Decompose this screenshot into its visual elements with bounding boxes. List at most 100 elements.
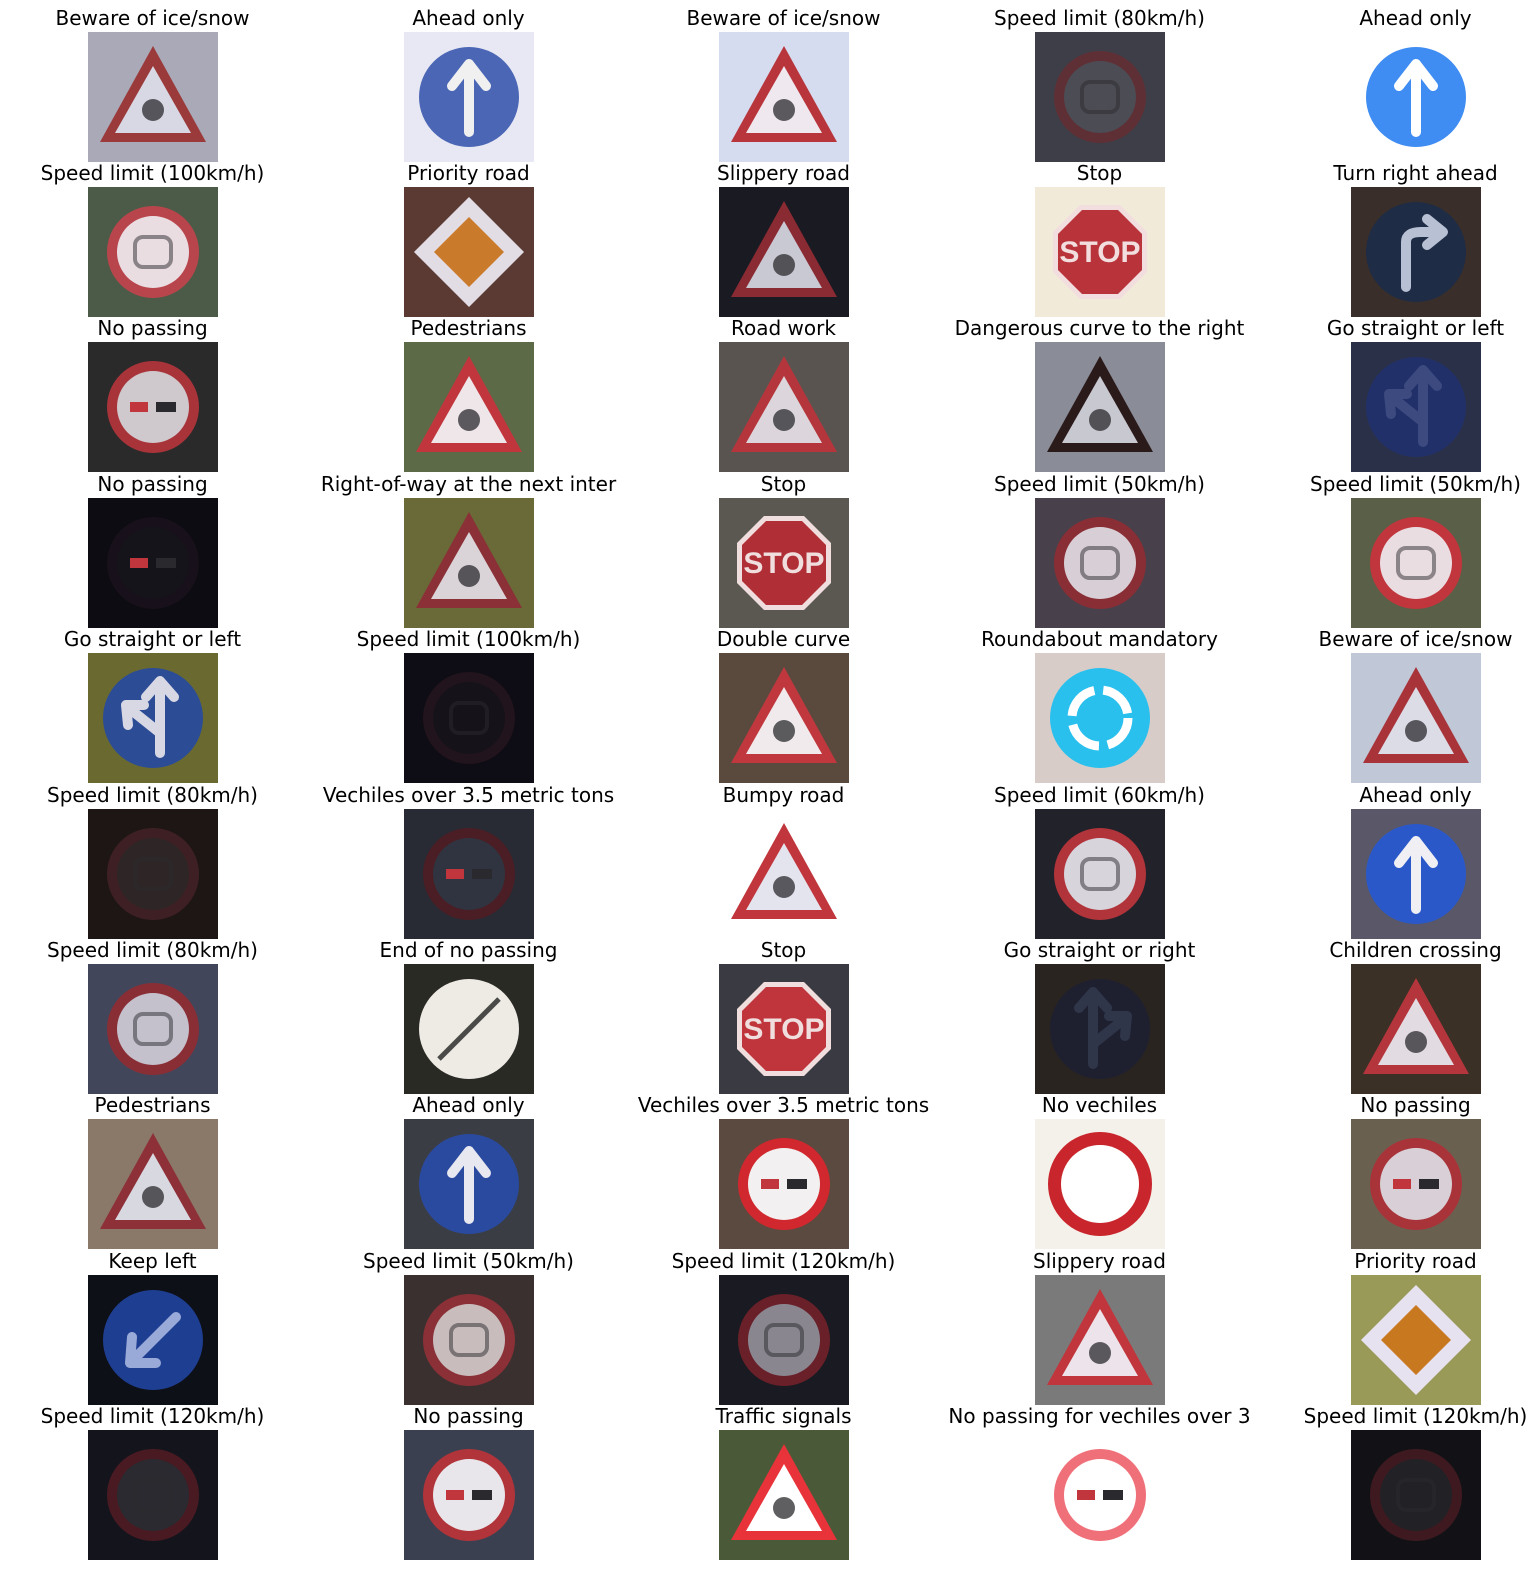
grid-panel: Traffic signals (631, 1398, 936, 1560)
panel-title: Turn right ahead (1333, 161, 1498, 185)
svg-text:STOP: STOP (1059, 236, 1140, 269)
grid-panel: No passing (0, 466, 305, 628)
panel-title: Speed limit (120km/h) (671, 1249, 896, 1273)
panel-title: Go straight or left (63, 627, 242, 651)
grid-panel: Turn right ahead (1263, 155, 1527, 317)
panel-title: Children crossing (1329, 938, 1502, 962)
end-of-restriction-sign-image (404, 964, 534, 1094)
triangle-warning-sign-image (88, 1119, 218, 1249)
no-passing-sign-image (88, 498, 218, 628)
panel-title: Ahead only (1359, 783, 1472, 807)
grid-panel: Stop STOP (631, 932, 936, 1094)
grid-panel: Speed limit (50km/h) (316, 1243, 621, 1405)
no-passing-sign-image (719, 1119, 849, 1249)
triangle-warning-sign-image (719, 809, 849, 939)
panel-title: Pedestrians (410, 316, 527, 340)
grid-panel: Dangerous curve to the right (947, 310, 1252, 472)
panel-title: End of no passing (379, 938, 558, 962)
grid-panel: Beware of ice/snow (1263, 621, 1527, 783)
triangle-warning-sign-image (1035, 342, 1165, 472)
grid-panel: Speed limit (120km/h) (0, 1398, 305, 1560)
grid-panel: Speed limit (80km/h) (0, 932, 305, 1094)
blue-arrow-down-left-sign-image (88, 1275, 218, 1405)
panel-title: No passing (413, 1404, 524, 1428)
grid-panel: Go straight or right (947, 932, 1252, 1094)
panel-title: Vechiles over 3.5 metric tons (637, 1093, 930, 1117)
triangle-warning-sign-image (719, 653, 849, 783)
grid-panel: Speed limit (120km/h) (631, 1243, 936, 1405)
panel-title: Speed limit (120km/h) (1303, 1404, 1527, 1428)
grid-panel: Beware of ice/snow (631, 0, 936, 162)
panel-title: No passing (1360, 1093, 1471, 1117)
priority-diamond-sign-image (404, 187, 534, 317)
no-vehicles-sign-image (1035, 1119, 1165, 1249)
triangle-warning-sign-image (719, 1430, 849, 1560)
panel-title: Vechiles over 3.5 metric tons (322, 783, 615, 807)
grid-panel: Keep left (0, 1243, 305, 1405)
panel-title: Priority road (1354, 1249, 1477, 1273)
speed-limit-sign-image (404, 653, 534, 783)
blue-arrow-up-right-sign-image (1035, 964, 1165, 1094)
speed-limit-sign-image (88, 809, 218, 939)
svg-text:STOP: STOP (743, 1013, 824, 1046)
speed-limit-sign-image (1035, 498, 1165, 628)
speed-limit-sign-image (719, 1275, 849, 1405)
panel-title: Speed limit (80km/h) (994, 6, 1205, 30)
stop-sign-image: STOP (719, 498, 849, 628)
triangle-warning-sign-image (1035, 1275, 1165, 1405)
blue-arrow-up-sign-image (1351, 809, 1481, 939)
panel-title: Roundabout mandatory (981, 627, 1218, 651)
grid-panel: Priority road (316, 155, 621, 317)
triangle-warning-sign-image (404, 342, 534, 472)
panel-title: Bumpy road (722, 783, 845, 807)
no-passing-sign-image (1035, 1430, 1165, 1560)
triangle-warning-sign-image (88, 32, 218, 162)
grid-panel: Speed limit (80km/h) (947, 0, 1252, 162)
triangle-warning-sign-image (719, 187, 849, 317)
blue-arrow-up-left-sign-image (1351, 342, 1481, 472)
grid-panel: No passing (1263, 1087, 1527, 1249)
panel-title: Priority road (407, 161, 530, 185)
panel-title: No passing for vechiles over 3 (948, 1404, 1251, 1428)
grid-panel: Double curve (631, 621, 936, 783)
speed-limit-sign-image (1035, 32, 1165, 162)
grid-panel: End of no passing (316, 932, 621, 1094)
grid-panel: No passing for vechiles over 3 (947, 1398, 1252, 1560)
panel-title: Slippery road (1033, 1249, 1166, 1273)
grid-panel: Right-of-way at the next inter (316, 466, 621, 628)
panel-title: Stop (760, 472, 807, 496)
triangle-warning-sign-image (719, 342, 849, 472)
panel-title: Beware of ice/snow (686, 6, 881, 30)
grid-panel: Speed limit (80km/h) (0, 777, 305, 939)
panel-title: Speed limit (50km/h) (363, 1249, 574, 1273)
panel-title: Go straight or left (1326, 316, 1505, 340)
grid-panel: Speed limit (60km/h) (947, 777, 1252, 939)
grid-panel: Beware of ice/snow (0, 0, 305, 162)
speed-limit-sign-image (88, 964, 218, 1094)
panel-title: Ahead only (1359, 6, 1472, 30)
panel-title: Speed limit (120km/h) (40, 1404, 265, 1428)
panel-title: Beware of ice/snow (55, 6, 250, 30)
grid-panel: Road work (631, 310, 936, 472)
grid-panel: Roundabout mandatory (947, 621, 1252, 783)
panel-title: Slippery road (717, 161, 850, 185)
image-grid: Beware of ice/snow Ahead only Beware of ic… (0, 0, 1527, 1591)
grid-panel: Stop STOP (631, 466, 936, 628)
panel-title: Stop (1076, 161, 1123, 185)
svg-text:STOP: STOP (743, 547, 824, 580)
grid-panel: Speed limit (100km/h) (0, 155, 305, 317)
triangle-warning-sign-image (1351, 964, 1481, 1094)
grid-panel: Priority road (1263, 1243, 1527, 1405)
panel-title: Speed limit (100km/h) (40, 161, 265, 185)
panel-title: Speed limit (50km/h) (1310, 472, 1521, 496)
grid-panel: Go straight or left (1263, 310, 1527, 472)
roundabout-sign-image (1035, 653, 1165, 783)
speed-limit-sign-image (88, 187, 218, 317)
panel-title: Keep left (108, 1249, 197, 1273)
grid-panel: Vechiles over 3.5 metric tons (631, 1087, 936, 1249)
panel-title: Ahead only (412, 6, 525, 30)
grid-panel: Slippery road (631, 155, 936, 317)
panel-title: Ahead only (412, 1093, 525, 1117)
panel-title: Go straight or right (1003, 938, 1196, 962)
speed-limit-sign-image (1351, 1430, 1481, 1560)
